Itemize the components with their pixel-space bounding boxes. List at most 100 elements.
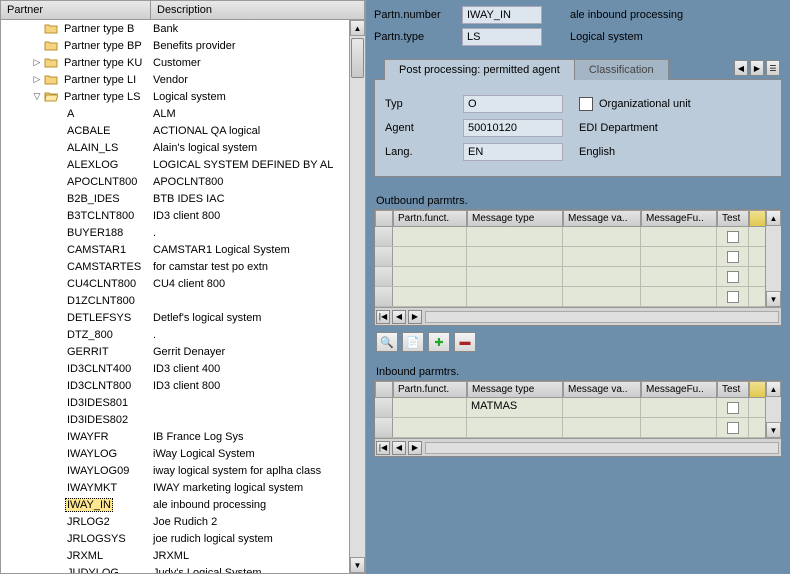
create-button[interactable]: 📄 xyxy=(402,332,424,352)
cell-partnfunct[interactable] xyxy=(393,418,467,437)
inbound-hscroll-next[interactable]: ▶ xyxy=(408,441,422,455)
cell-messagevar[interactable] xyxy=(563,398,641,417)
inbound-scroll-down[interactable]: ▼ xyxy=(766,422,781,438)
row-marker[interactable] xyxy=(375,267,393,286)
test-checkbox[interactable] xyxy=(727,402,739,414)
tree-item-ID3IDES802[interactable]: ID3IDES802 xyxy=(1,411,365,428)
cell-messagefu[interactable] xyxy=(641,287,717,306)
tree-header-partner[interactable]: Partner xyxy=(1,1,151,19)
tree-folder-BP[interactable]: Partner type BPBenefits provider xyxy=(1,37,365,54)
scroll-down-button[interactable]: ▼ xyxy=(350,557,365,573)
tree-item-IWAYMKT[interactable]: IWAYMKTIWAY marketing logical system xyxy=(1,479,365,496)
tree-item-ACBALE[interactable]: ACBALEACTIONAL QA logical xyxy=(1,122,365,139)
tree-item-JRXML[interactable]: JRXMLJRXML xyxy=(1,547,365,564)
cell-messagefu[interactable] xyxy=(641,398,717,417)
tree-item-JRLOG2[interactable]: JRLOG2Joe Rudich 2 xyxy=(1,513,365,530)
tree-item-B3TCLNT800[interactable]: B3TCLNT800ID3 client 800 xyxy=(1,207,365,224)
inbound-hscroll-track[interactable] xyxy=(425,442,779,454)
tree-header-description[interactable]: Description xyxy=(151,1,365,19)
tree-item-BUYER188[interactable]: BUYER188. xyxy=(1,224,365,241)
tree-item-ALAIN_LS[interactable]: ALAIN_LSAlain's logical system xyxy=(1,139,365,156)
cell-partnfunct[interactable] xyxy=(393,287,467,306)
tree-item-ID3CLNT800[interactable]: ID3CLNT800ID3 client 800 xyxy=(1,377,365,394)
add-button[interactable]: ✚ xyxy=(428,332,450,352)
inbound-col-messagetype[interactable]: Message type xyxy=(467,381,563,398)
scroll-thumb[interactable] xyxy=(351,38,364,78)
cell-messagetype[interactable] xyxy=(467,267,563,286)
tree-item-DTZ_800[interactable]: DTZ_800. xyxy=(1,326,365,343)
table-row[interactable] xyxy=(375,418,781,438)
tree-item-CU4CLNT800[interactable]: CU4CLNT800CU4 client 800 xyxy=(1,275,365,292)
inbound-col-messagevar[interactable]: Message va.. xyxy=(563,381,641,398)
scroll-up-button[interactable]: ▲ xyxy=(350,20,365,36)
tree-item-D1ZCLNT800[interactable]: D1ZCLNT800 xyxy=(1,292,365,309)
table-row[interactable] xyxy=(375,247,781,267)
cell-partnfunct[interactable] xyxy=(393,267,467,286)
cell-messagevar[interactable] xyxy=(563,247,641,266)
tree-item-APOCLNT800[interactable]: APOCLNT800APOCLNT800 xyxy=(1,173,365,190)
cell-test[interactable] xyxy=(717,267,749,286)
row-marker[interactable] xyxy=(375,418,393,437)
tree-item-IWAYLOG[interactable]: IWAYLOGiWay Logical System xyxy=(1,445,365,462)
cell-messagefu[interactable] xyxy=(641,418,717,437)
test-checkbox[interactable] xyxy=(727,251,739,263)
test-checkbox[interactable] xyxy=(727,271,739,283)
cell-messagevar[interactable] xyxy=(563,227,641,246)
inbound-hscroll-prev[interactable]: ◀ xyxy=(392,441,406,455)
cell-messagetype[interactable] xyxy=(467,287,563,306)
table-row[interactable] xyxy=(375,287,781,307)
tree-item-IWAYFR[interactable]: IWAYFRIB France Log Sys xyxy=(1,428,365,445)
tree-item-CAMSTARTES[interactable]: CAMSTARTESfor camstar test po extn xyxy=(1,258,365,275)
table-row[interactable] xyxy=(375,227,781,247)
typ-field[interactable]: O xyxy=(463,95,563,113)
tree-item-IWAY_IN[interactable]: IWAY_INale inbound processing xyxy=(1,496,365,513)
org-unit-checkbox[interactable] xyxy=(579,97,593,111)
tree-toggle-icon[interactable]: ▷ xyxy=(31,74,43,86)
table-row[interactable]: MATMAS xyxy=(375,398,781,418)
agent-field[interactable]: 50010120 xyxy=(463,119,563,137)
cell-messagefu[interactable] xyxy=(641,247,717,266)
outbound-col-messagetype[interactable]: Message type xyxy=(467,210,563,227)
outbound-vscroll[interactable]: ▲ ▼ xyxy=(765,210,781,307)
row-marker[interactable] xyxy=(375,398,393,417)
inbound-col-messagefu[interactable]: MessageFu.. xyxy=(641,381,717,398)
outbound-col-partnfunct[interactable]: Partn.funct. xyxy=(393,210,467,227)
outbound-hscroll-prev[interactable]: ◀ xyxy=(392,310,406,324)
row-marker[interactable] xyxy=(375,287,393,306)
tab-nav-next[interactable]: ▶ xyxy=(750,60,764,76)
detail-button[interactable]: 🔍 xyxy=(376,332,398,352)
tree-item-JUDYLOG[interactable]: JUDYLOGJudy's Logical System xyxy=(1,564,365,573)
tab-nav-prev[interactable]: ◀ xyxy=(734,60,748,76)
partn-number-field[interactable]: IWAY_IN xyxy=(462,6,542,24)
cell-messagevar[interactable] xyxy=(563,418,641,437)
cell-messagetype[interactable]: MATMAS xyxy=(467,398,563,417)
table-row[interactable] xyxy=(375,267,781,287)
row-marker[interactable] xyxy=(375,227,393,246)
tree-item-GERRIT[interactable]: GERRITGerrit Denayer xyxy=(1,343,365,360)
tree-item-A[interactable]: AALM xyxy=(1,105,365,122)
test-checkbox[interactable] xyxy=(727,291,739,303)
cell-partnfunct[interactable] xyxy=(393,227,467,246)
inbound-vscroll[interactable]: ▲ ▼ xyxy=(765,381,781,438)
tree-item-CAMSTAR1[interactable]: CAMSTAR1CAMSTAR1 Logical System xyxy=(1,241,365,258)
cell-messagevar[interactable] xyxy=(563,267,641,286)
tree-item-JRLOGSYS[interactable]: JRLOGSYSjoe rudich logical system xyxy=(1,530,365,547)
tree-folder-KU[interactable]: ▷Partner type KUCustomer xyxy=(1,54,365,71)
cell-messagetype[interactable] xyxy=(467,418,563,437)
cell-partnfunct[interactable] xyxy=(393,247,467,266)
tab-post-processing[interactable]: Post processing: permitted agent xyxy=(384,59,575,80)
cell-messagefu[interactable] xyxy=(641,227,717,246)
tree-item-ALEXLOG[interactable]: ALEXLOGLOGICAL SYSTEM DEFINED BY AL xyxy=(1,156,365,173)
tree-item-ID3IDES801[interactable]: ID3IDES801 xyxy=(1,394,365,411)
scroll-track[interactable] xyxy=(350,36,365,557)
cell-test[interactable] xyxy=(717,398,749,417)
tree-item-DETLEFSYS[interactable]: DETLEFSYSDetlef's logical system xyxy=(1,309,365,326)
inbound-hscroll-first[interactable]: |◀ xyxy=(376,441,390,455)
cell-messagetype[interactable] xyxy=(467,247,563,266)
tab-nav-list[interactable]: ☰ xyxy=(766,60,780,76)
cell-test[interactable] xyxy=(717,287,749,306)
test-checkbox[interactable] xyxy=(727,231,739,243)
tree-toggle-icon[interactable]: ▽ xyxy=(31,91,43,103)
cell-messagetype[interactable] xyxy=(467,227,563,246)
test-checkbox[interactable] xyxy=(727,422,739,434)
